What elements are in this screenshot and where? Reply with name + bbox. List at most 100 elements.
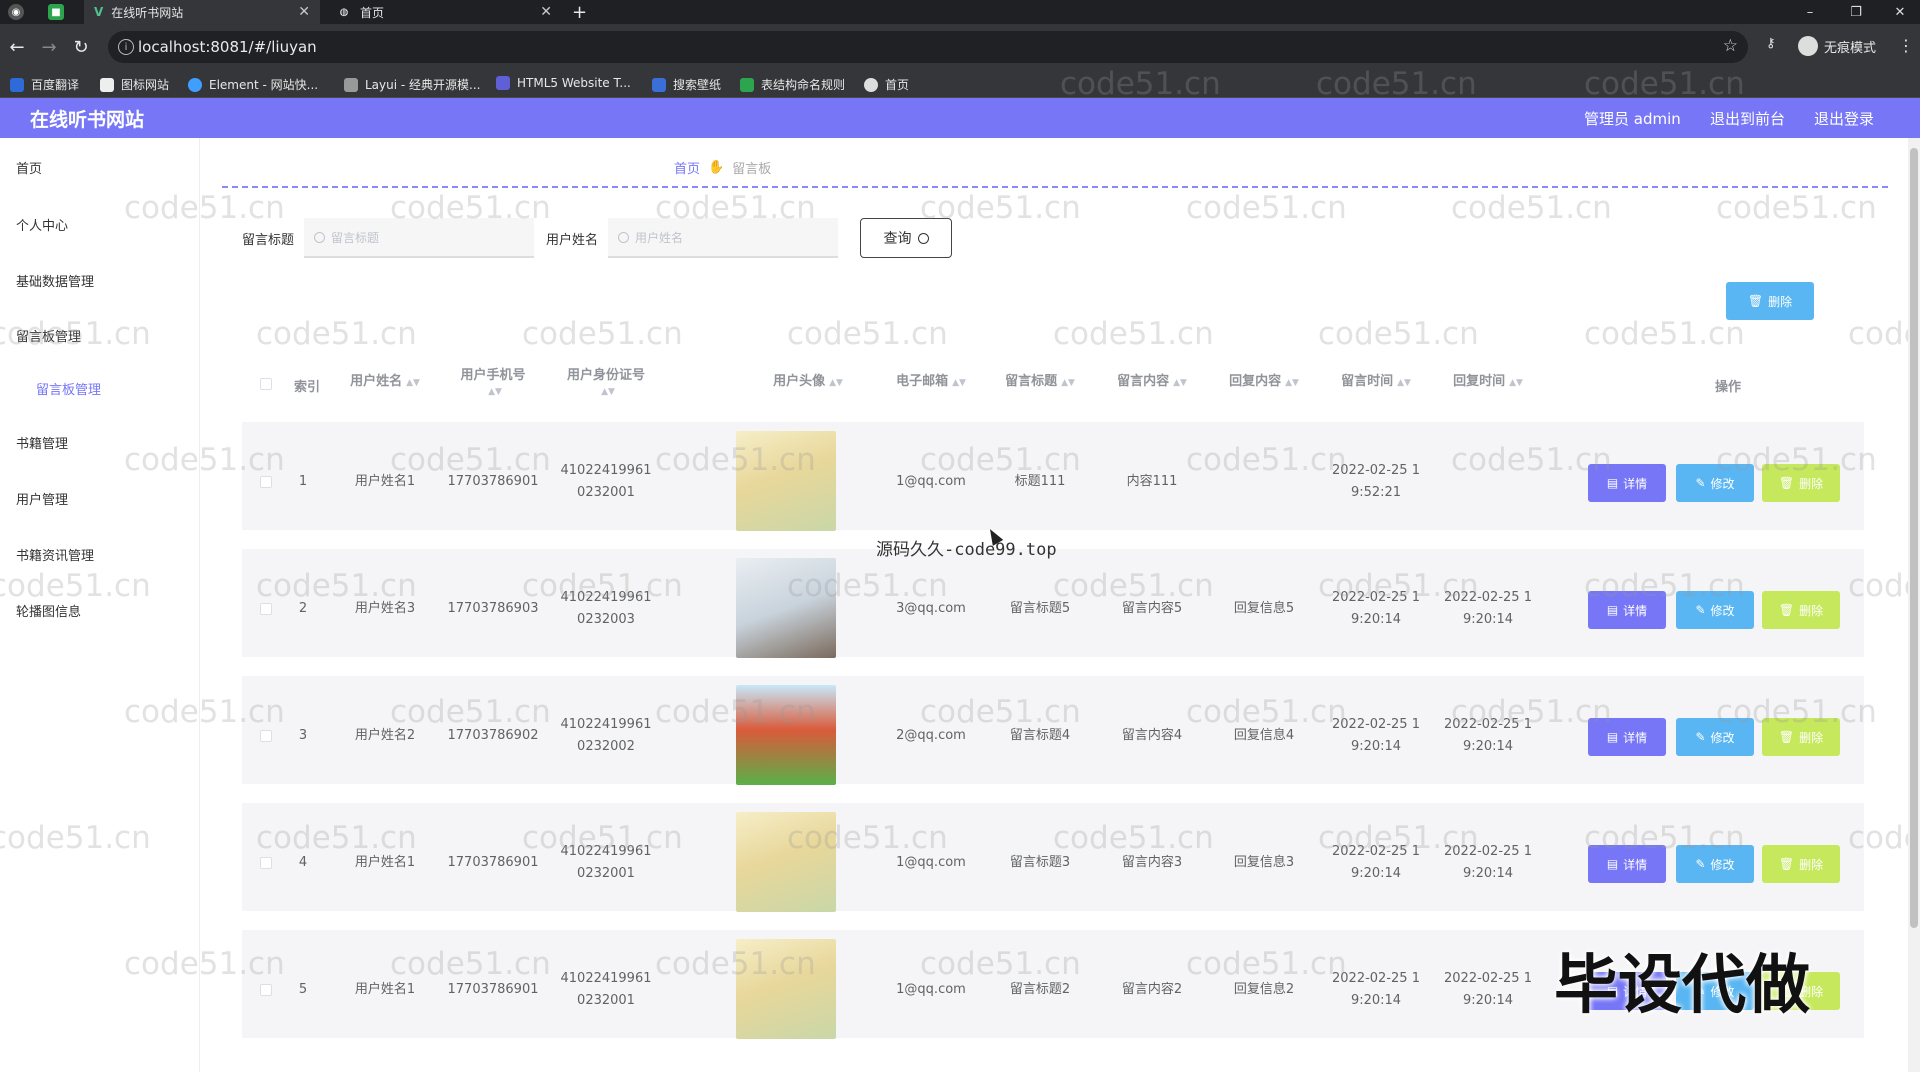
user-search-label: 用户姓名 bbox=[546, 232, 599, 248]
close-icon[interactable]: ✕ bbox=[540, 4, 552, 20]
bookmark-item[interactable]: 首页 bbox=[864, 76, 909, 93]
back-icon[interactable]: ← bbox=[4, 34, 30, 60]
column-header[interactable]: 回复时间 ▲▼ bbox=[1438, 370, 1538, 389]
bookmark-item[interactable]: Element - 网站快... bbox=[188, 76, 318, 93]
page-scrollbar[interactable] bbox=[1908, 138, 1920, 1072]
tab-inactive[interactable]: ◍ 首页 ✕ bbox=[326, 0, 562, 24]
cell-message-time: 2022-02-25 1 9:52:21 bbox=[1332, 463, 1420, 500]
incognito-icon bbox=[1798, 36, 1818, 56]
row-checkbox[interactable] bbox=[260, 730, 272, 742]
detail-button[interactable]: ▤ 详情 bbox=[1588, 718, 1666, 756]
address-bar[interactable]: i localhost:8081/#/liuyan ☆ bbox=[108, 31, 1748, 63]
column-header[interactable]: 用户姓名 ▲▼ bbox=[330, 370, 440, 389]
column-header[interactable]: 回复内容 ▲▼ bbox=[1214, 370, 1314, 389]
element-icon bbox=[188, 77, 202, 92]
trash-icon: 🗑 bbox=[1778, 857, 1795, 871]
row-checkbox[interactable] bbox=[260, 984, 272, 996]
edit-button[interactable]: ✎ 修改 bbox=[1676, 845, 1754, 883]
bookmark-item[interactable]: Layui - 经典开源模... bbox=[344, 76, 480, 93]
select-all-checkbox[interactable] bbox=[260, 378, 272, 390]
breadcrumb-home[interactable]: 首页 bbox=[674, 158, 700, 177]
table-row: 2 用户姓名3 17703786903 41022419961 0232003 3… bbox=[242, 549, 1864, 667]
browser-tabstrip: ◉ ■ V 在线听书网站 ✕ ◍ 首页 ✕ + – ❐ ✕ bbox=[0, 0, 1920, 24]
cell-user-name: 用户姓名3 bbox=[354, 601, 416, 616]
reload-icon[interactable]: ↻ bbox=[68, 34, 94, 60]
title-search-input[interactable]: 留言标题 bbox=[304, 218, 535, 258]
row-checkbox[interactable] bbox=[260, 857, 272, 869]
sidebar: 首页 个人中心 基础数据管理 留言板管理 留言板管理 书籍管理 用户管理 书籍资… bbox=[0, 138, 200, 1072]
sidebar-item-home[interactable]: 首页 bbox=[16, 158, 42, 177]
detail-button[interactable]: ▤ 详情 bbox=[1588, 464, 1666, 502]
bookmark-item[interactable]: 搜索壁纸 bbox=[652, 76, 721, 93]
row-checkbox[interactable] bbox=[260, 603, 272, 615]
tab-active[interactable]: V 在线听书网站 ✕ bbox=[84, 0, 320, 24]
delete-button[interactable]: 🗑 删除 bbox=[1762, 464, 1840, 502]
incognito-label: 无痕模式 bbox=[1824, 40, 1877, 56]
browser-more-icon[interactable]: ⋮ bbox=[1898, 36, 1914, 55]
breadcrumb: 首页 ✋ 留言板 bbox=[674, 158, 771, 177]
cell-reply-time: 2022-02-25 1 9:20:14 bbox=[1444, 717, 1532, 754]
column-header[interactable]: 留言时间 ▲▼ bbox=[1326, 370, 1426, 389]
column-header[interactable]: 用户手机号 ▲▼ bbox=[438, 364, 548, 398]
document-icon: ▤ bbox=[1606, 476, 1619, 490]
edit-button[interactable]: ✎ 修改 bbox=[1676, 464, 1754, 502]
cell-message-title: 留言标题5 bbox=[1009, 601, 1071, 616]
info-icon[interactable]: i bbox=[118, 39, 134, 55]
bookmark-item[interactable]: 图标网站 bbox=[100, 76, 169, 93]
cell-message-title: 留言标题3 bbox=[1009, 855, 1071, 870]
restore-icon[interactable]: ❐ bbox=[1834, 0, 1878, 24]
forward-icon[interactable]: → bbox=[36, 34, 62, 60]
sidebar-item-carousel[interactable]: 轮播图信息 bbox=[16, 601, 81, 620]
cell-message-content: 留言内容4 bbox=[1121, 728, 1183, 743]
hand-icon: ✋ bbox=[708, 160, 725, 175]
edit-button[interactable]: ✎ 修改 bbox=[1676, 591, 1754, 629]
new-tab-icon[interactable]: + bbox=[572, 0, 596, 24]
browser-menu-icon[interactable]: ◉ bbox=[8, 0, 36, 24]
cell-phone: 17703786901 bbox=[447, 855, 539, 870]
sidebar-item-books[interactable]: 书籍管理 bbox=[16, 433, 68, 452]
edit-button[interactable]: ✎ 修改 bbox=[1676, 718, 1754, 756]
minimize-icon[interactable]: – bbox=[1788, 0, 1832, 24]
detail-button[interactable]: ▤ 详情 bbox=[1588, 845, 1666, 883]
sidebar-item-book-news[interactable]: 书籍资讯管理 bbox=[16, 545, 94, 564]
trash-icon: 🗑 bbox=[1778, 476, 1795, 490]
incognito-badge[interactable]: 无痕模式 bbox=[1798, 36, 1876, 56]
column-header[interactable]: 电子邮箱 ▲▼ bbox=[876, 370, 986, 389]
user-search-input[interactable]: 用户姓名 bbox=[608, 218, 839, 258]
logout-link[interactable]: 退出登录 bbox=[1814, 108, 1874, 129]
cell-reply-content: 回复信息3 bbox=[1233, 855, 1295, 870]
column-header[interactable]: 留言标题 ▲▼ bbox=[990, 370, 1090, 389]
title-search-label: 留言标题 bbox=[242, 232, 295, 248]
translate-icon bbox=[10, 77, 24, 92]
bookmark-item[interactable]: 表结构命名规则 bbox=[740, 76, 845, 93]
sidebar-item-profile[interactable]: 个人中心 bbox=[16, 215, 68, 234]
sidebar-item-basic-data[interactable]: 基础数据管理 bbox=[16, 271, 94, 290]
key-icon[interactable]: ⚷ bbox=[1766, 36, 1776, 51]
detail-button[interactable]: ▤ 详情 bbox=[1588, 591, 1666, 629]
delete-button[interactable]: 🗑 删除 bbox=[1762, 718, 1840, 756]
sidebar-item-users[interactable]: 用户管理 bbox=[16, 489, 68, 508]
search-form: 留言标题 留言标题 用户姓名 用户姓名 查询 bbox=[242, 218, 953, 258]
app-pinned-icon[interactable]: ■ bbox=[48, 0, 76, 24]
bookmark-item[interactable]: HTML5 Website T... bbox=[496, 76, 631, 90]
delete-button[interactable]: 🗑 删除 bbox=[1762, 591, 1840, 629]
column-header[interactable]: 用户身份证号 ▲▼ bbox=[546, 364, 666, 398]
column-header: 索引 bbox=[293, 380, 320, 395]
column-header[interactable]: 留言内容 ▲▼ bbox=[1102, 370, 1202, 389]
sort-icon: ▲▼ bbox=[488, 387, 502, 397]
scrollbar-thumb[interactable] bbox=[1910, 148, 1918, 928]
table-row: 1 用户姓名1 17703786901 41022419961 0232001 1… bbox=[242, 422, 1864, 540]
query-button[interactable]: 查询 bbox=[860, 218, 953, 258]
delete-button[interactable]: 🗑 删除 bbox=[1762, 845, 1840, 883]
bookmark-item[interactable]: 百度翻译 bbox=[10, 76, 79, 93]
bulk-delete-button[interactable]: 🗑 删除 bbox=[1726, 282, 1814, 320]
sidebar-subitem-message-board[interactable]: 留言板管理 bbox=[36, 379, 101, 398]
window-close-icon[interactable]: ✕ bbox=[1878, 0, 1920, 24]
cell-phone: 17703786903 bbox=[447, 601, 539, 616]
back-to-front-link[interactable]: 退出到前台 bbox=[1710, 108, 1785, 129]
row-checkbox[interactable] bbox=[260, 476, 272, 488]
close-icon[interactable]: ✕ bbox=[298, 4, 310, 20]
column-header[interactable]: 用户头像 ▲▼ bbox=[758, 370, 858, 389]
sidebar-item-message-board[interactable]: 留言板管理 bbox=[16, 326, 81, 345]
bookmark-star-icon[interactable]: ☆ bbox=[1723, 36, 1738, 56]
